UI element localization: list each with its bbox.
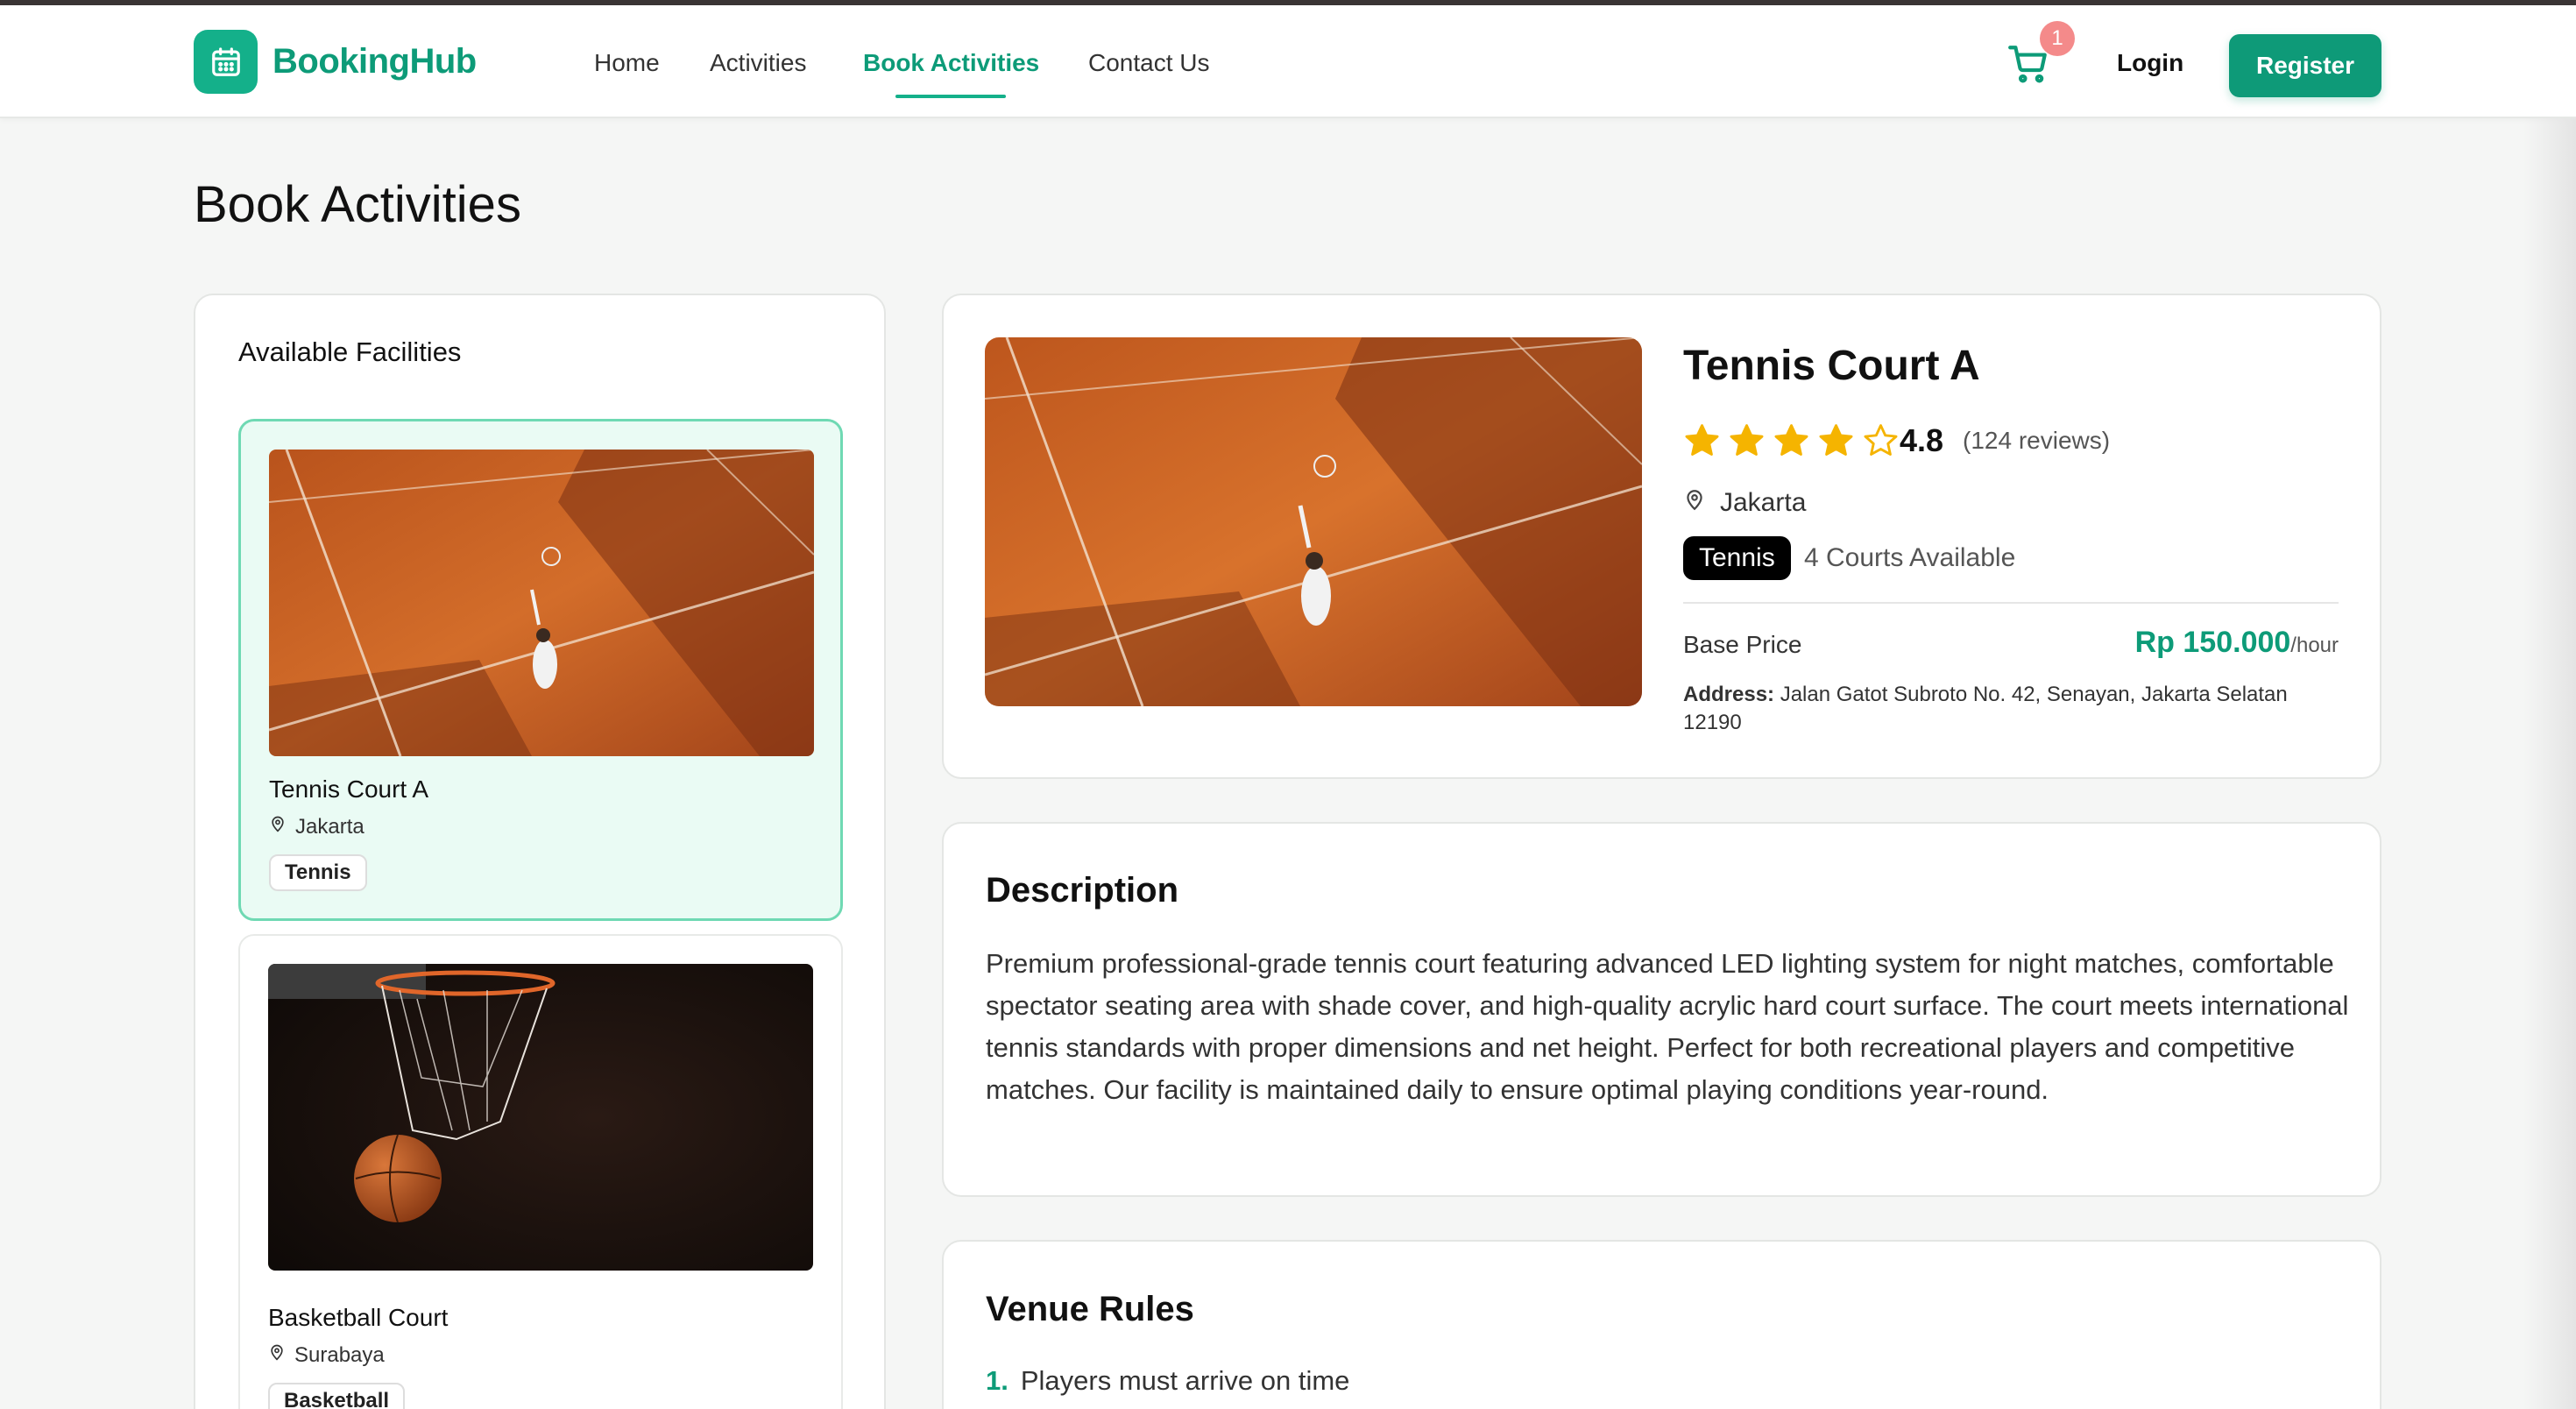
nav-contact-us[interactable]: Contact Us [1088,49,1210,77]
facility-sport-tag: Basketball [268,1383,406,1409]
rule-number: 1. [986,1365,1008,1396]
sport-badge: Tennis [1683,536,1791,580]
facility-address: Address: Jalan Gatot Subroto No. 42, Sen… [1683,681,2349,737]
review-count[interactable]: (124 reviews) [1963,427,2110,455]
facility-main-image [985,337,1642,706]
rating-value: 4.8 [1900,422,1944,458]
price-block: Rp 150.000/hour [1928,626,2339,660]
star-filled-icon [1683,422,1721,464]
facility-location-text: Surabaya [294,1342,385,1367]
courts-available: 4 Courts Available [1804,543,2016,572]
location-pin-icon [1683,487,1706,519]
facility-name: Tennis Court A [269,775,429,803]
cart-count-badge: 1 [2040,21,2075,56]
detail-location: Jakarta [1683,487,1806,519]
detail-divider [1683,602,2339,604]
facility-title: Tennis Court A [1683,343,1980,389]
login-link[interactable]: Login [2117,49,2183,77]
facility-card-basketball[interactable]: Basketball Court Surabaya Basketball [238,934,843,1409]
page-title: Book Activities [194,176,521,233]
scroll-edge-shadow [2523,118,2576,1409]
nav-home[interactable]: Home [594,49,660,77]
facility-sport-tag: Tennis [269,854,367,891]
description-heading: Description [986,871,1179,910]
rule-text: Players must arrive on time [1020,1365,1350,1396]
basketball-court-image [268,964,813,1271]
address-label: Address: [1683,683,1775,706]
facility-card-tennis[interactable]: Tennis Court A Jakarta Tennis [238,419,843,921]
address-text: Jalan Gatot Subroto No. 42, Senayan, Jak… [1683,683,2288,734]
rating-stars [1683,422,1900,464]
facility-location: Surabaya [268,1342,385,1368]
nav-activities[interactable]: Activities [710,49,806,77]
price-value: Rp 150.000 [2134,626,2291,659]
logo-calendar-icon[interactable] [194,30,258,94]
app-logo-text[interactable]: BookingHub [272,42,477,81]
base-price-label: Base Price [1683,631,1802,658]
active-nav-underline [895,95,1006,98]
venue-rules-heading: Venue Rules [986,1290,1194,1328]
star-filled-icon [1773,422,1810,464]
location-pin-icon [269,814,287,839]
register-button[interactable]: Register [2229,34,2381,97]
facilities-heading: Available Facilities [238,336,462,367]
star-filled-icon [1817,422,1855,464]
facility-name: Basketball Court [268,1304,449,1331]
rule-item: 1. Players must arrive on time [986,1365,1349,1397]
star-empty-icon [1862,422,1900,464]
facility-location-text: Jakarta [295,814,364,839]
facility-location: Jakarta [269,814,364,839]
star-filled-icon [1728,422,1766,464]
detail-location-text: Jakarta [1720,488,1807,517]
nav-book-activities[interactable]: Book Activities [863,49,1039,77]
top-navbar: BookingHub Home Activities Book Activiti… [0,5,2576,118]
tennis-court-image [269,450,814,756]
price-unit: /hour [2290,634,2339,657]
description-text: Premium professional-grade tennis court … [986,948,2349,1105]
location-pin-icon [268,1342,286,1368]
